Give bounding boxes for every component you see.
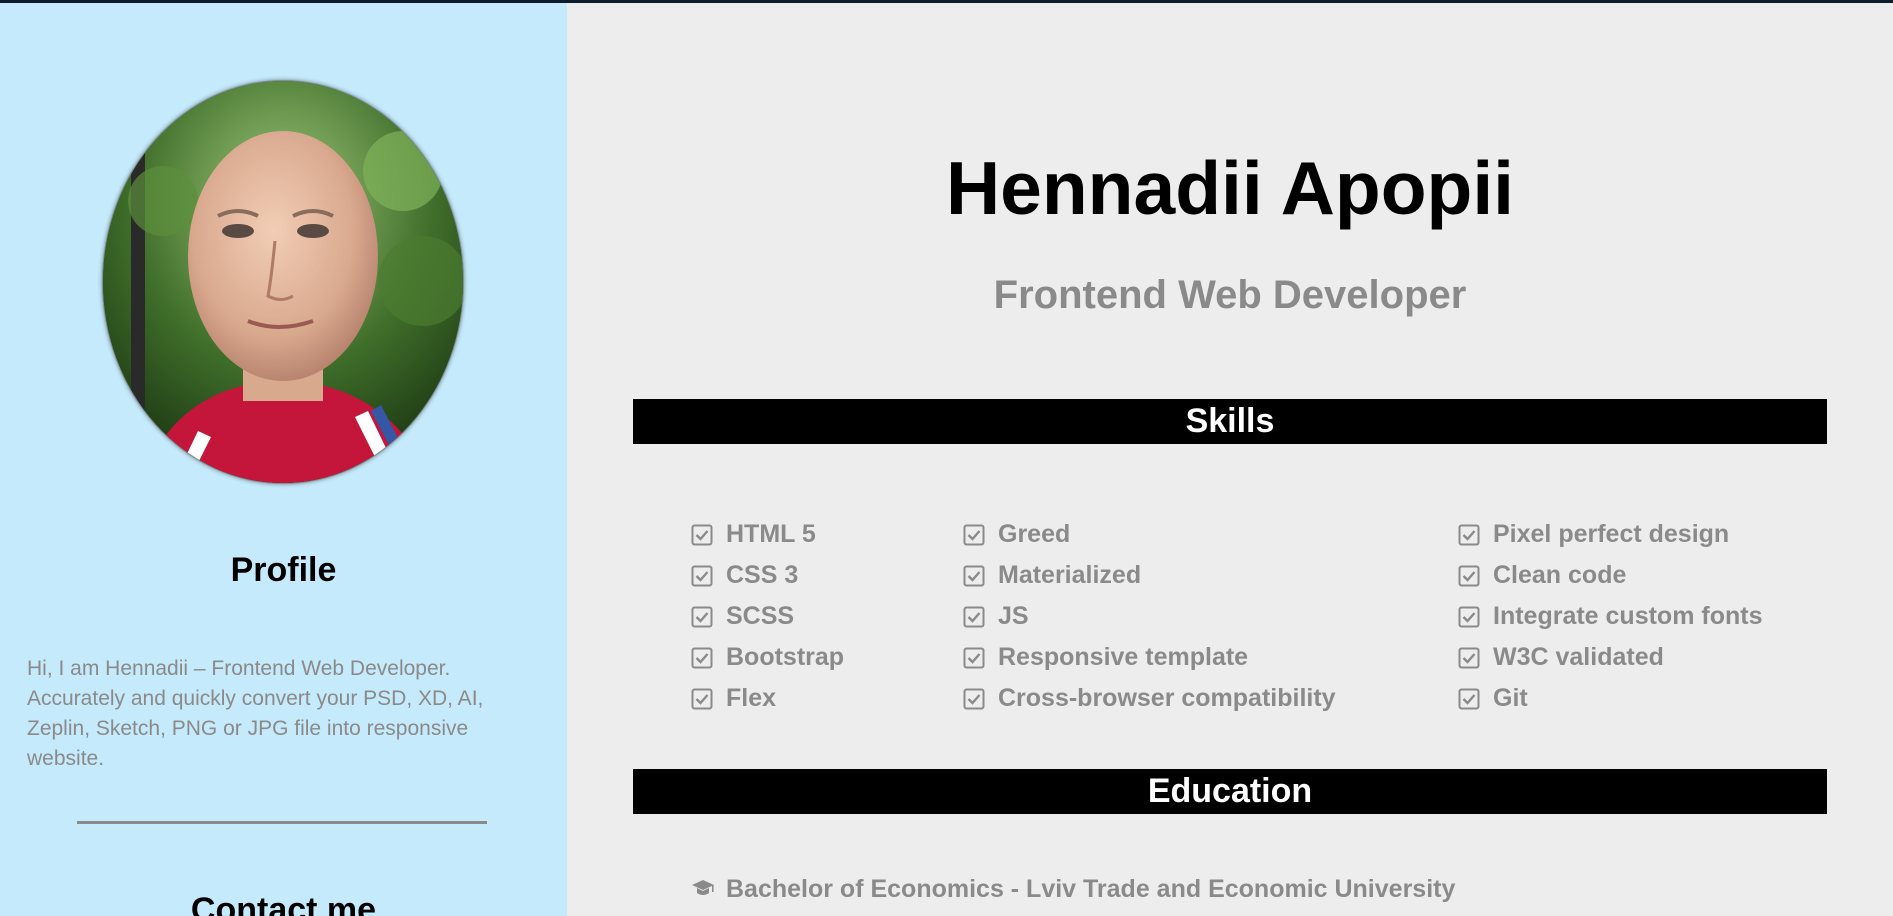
check-square-icon	[963, 565, 985, 586]
skill-item: CSS 3	[691, 555, 844, 596]
skill-label: Materialized	[998, 561, 1142, 589]
page-title: Hennadii Apopii	[945, 146, 1515, 230]
skills-column-2: Greed Materialized JS Responsive templat…	[963, 514, 1336, 719]
skill-item: Responsive template	[963, 637, 1336, 678]
skill-label: Git	[1493, 684, 1528, 712]
skills-column-1: HTML 5 CSS 3 SCSS Bootstrap Flex	[691, 514, 844, 719]
skill-label: Flex	[726, 684, 777, 712]
skill-item: Pixel perfect design	[1458, 514, 1762, 555]
check-square-icon	[1458, 524, 1480, 545]
skill-item: HTML 5	[691, 514, 844, 555]
skill-item: Flex	[691, 678, 844, 719]
skill-item: W3C validated	[1458, 637, 1762, 678]
skill-label: SCSS	[726, 602, 795, 630]
skill-item: JS	[963, 596, 1336, 637]
skill-item: Greed	[963, 514, 1336, 555]
check-square-icon	[691, 606, 713, 627]
skill-label: Bootstrap	[726, 643, 845, 671]
skill-item: Git	[1458, 678, 1762, 719]
check-square-icon	[1458, 565, 1480, 586]
skills-list: HTML 5 CSS 3 SCSS Bootstrap Flex Greed M…	[567, 514, 1893, 724]
skill-item: Materialized	[963, 555, 1336, 596]
sidebar-divider	[77, 821, 487, 824]
skill-label: W3C validated	[1493, 643, 1664, 671]
skill-label: Responsive template	[998, 643, 1249, 671]
profile-title: Profile	[230, 551, 337, 589]
skill-item: Integrate custom fonts	[1458, 596, 1762, 637]
avatar	[102, 80, 464, 484]
check-square-icon	[1458, 647, 1480, 668]
skill-label: Integrate custom fonts	[1493, 602, 1763, 630]
skill-label: CSS 3	[726, 561, 799, 589]
skill-item: SCSS	[691, 596, 844, 637]
check-square-icon	[963, 688, 985, 709]
check-square-icon	[691, 565, 713, 586]
skill-item: Cross-browser compatibility	[963, 678, 1336, 719]
sidebar: Profile Hi, I am Hennadii – Frontend Web…	[0, 3, 567, 916]
skill-label: JS	[998, 602, 1029, 630]
check-square-icon	[1458, 688, 1480, 709]
skill-label: HTML 5	[726, 520, 816, 548]
skill-label: Greed	[998, 520, 1071, 548]
profile-description: Hi, I am Hennadii – Frontend Web Develop…	[27, 657, 484, 770]
avatar-photo	[103, 81, 463, 483]
skill-label: Cross-browser compatibility	[998, 684, 1336, 712]
skills-column-3: Pixel perfect design Clean code Integrat…	[1458, 514, 1762, 719]
skill-label: Pixel perfect design	[1493, 520, 1730, 548]
resume-page: Profile Hi, I am Hennadii – Frontend Web…	[0, 3, 1893, 916]
check-square-icon	[691, 688, 713, 709]
skill-item: Bootstrap	[691, 637, 844, 678]
graduation-cap-icon	[692, 880, 714, 895]
check-square-icon	[963, 606, 985, 627]
skill-item: Clean code	[1458, 555, 1762, 596]
main-content: Hennadii Apopii Frontend Web Developer S…	[567, 3, 1893, 916]
skills-heading: Skills	[633, 399, 1827, 444]
contact-title: Contact me	[190, 891, 377, 916]
check-square-icon	[1458, 606, 1480, 627]
check-square-icon	[691, 524, 713, 545]
check-square-icon	[691, 647, 713, 668]
job-title: Frontend Web Developer	[993, 273, 1467, 317]
education-label: Bachelor of Economics - Lviv Trade and E…	[726, 874, 1456, 903]
check-square-icon	[963, 524, 985, 545]
skill-label: Clean code	[1493, 561, 1627, 589]
check-square-icon	[963, 647, 985, 668]
education-item: Bachelor of Economics - Lviv Trade and E…	[691, 872, 1455, 906]
education-heading: Education	[633, 769, 1827, 814]
